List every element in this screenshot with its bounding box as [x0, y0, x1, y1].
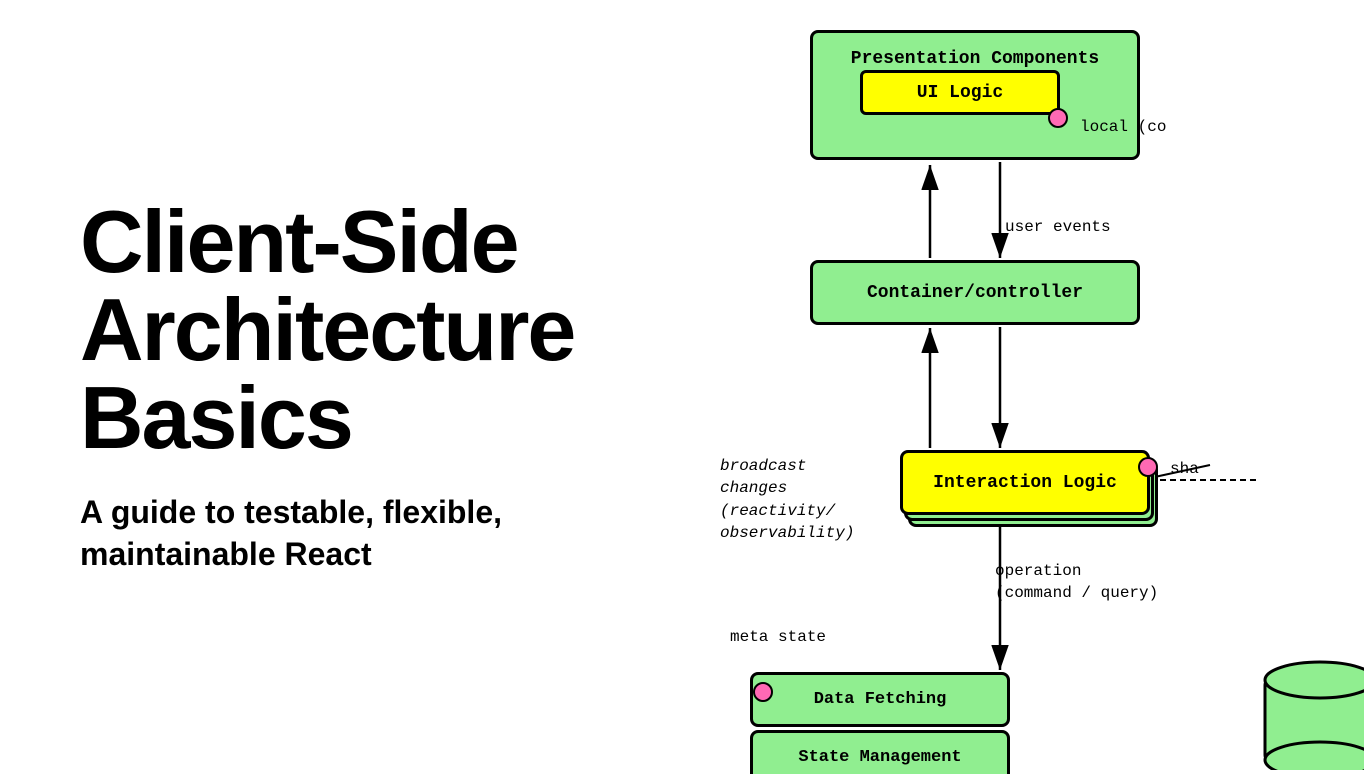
dot-data-fetching: [753, 682, 773, 702]
container-controller-box: Container/controller: [810, 260, 1140, 325]
sha-text: sha: [1170, 460, 1199, 478]
left-panel: Client-Side Architecture Basics A guide …: [0, 0, 720, 774]
dot-ui-logic: [1048, 108, 1068, 128]
operation-text: operation(command / query): [995, 562, 1158, 602]
right-panel: Presentation Components UI Logic Contain…: [720, 0, 1364, 774]
subtitle: A guide to testable, flexible, maintaina…: [80, 492, 660, 575]
label-meta-state: meta state: [730, 628, 826, 646]
data-fetching-box: Data Fetching: [750, 672, 1010, 727]
title-line1: Client-Side: [80, 192, 518, 291]
dot-interaction-logic: [1138, 457, 1158, 477]
interaction-logic-front: Interaction Logic: [900, 450, 1150, 515]
container-controller-label: Container/controller: [867, 283, 1083, 303]
main-title: Client-Side Architecture Basics: [80, 198, 660, 462]
label-sha: sha: [1170, 460, 1199, 478]
state-management-box: State Management: [750, 730, 1010, 774]
storage-cylinder: [1260, 660, 1364, 770]
label-user-events: user events: [1005, 218, 1111, 236]
diagram-area: Presentation Components UI Logic Contain…: [720, 0, 1364, 774]
state-management-label: State Management: [798, 748, 961, 767]
broadcast-text: broadcastchanges(reactivity/observabilit…: [720, 457, 854, 542]
label-broadcast: broadcastchanges(reactivity/observabilit…: [720, 455, 854, 545]
ui-logic-box: UI Logic: [860, 70, 1060, 115]
presentation-components-label: Presentation Components: [851, 48, 1099, 71]
label-operation: operation(command / query): [995, 560, 1158, 605]
data-fetching-label: Data Fetching: [814, 690, 947, 709]
meta-state-text: meta state: [730, 628, 826, 646]
interaction-logic-stack: Interaction Logic: [900, 450, 1150, 530]
user-events-text: user events: [1005, 218, 1111, 236]
title-line2: Architecture: [80, 280, 574, 379]
ui-logic-label: UI Logic: [917, 83, 1003, 103]
label-local: local (co: [1080, 118, 1166, 136]
interaction-logic-label: Interaction Logic: [933, 473, 1117, 493]
title-line3: Basics: [80, 368, 352, 467]
local-text: local (co: [1080, 118, 1166, 136]
